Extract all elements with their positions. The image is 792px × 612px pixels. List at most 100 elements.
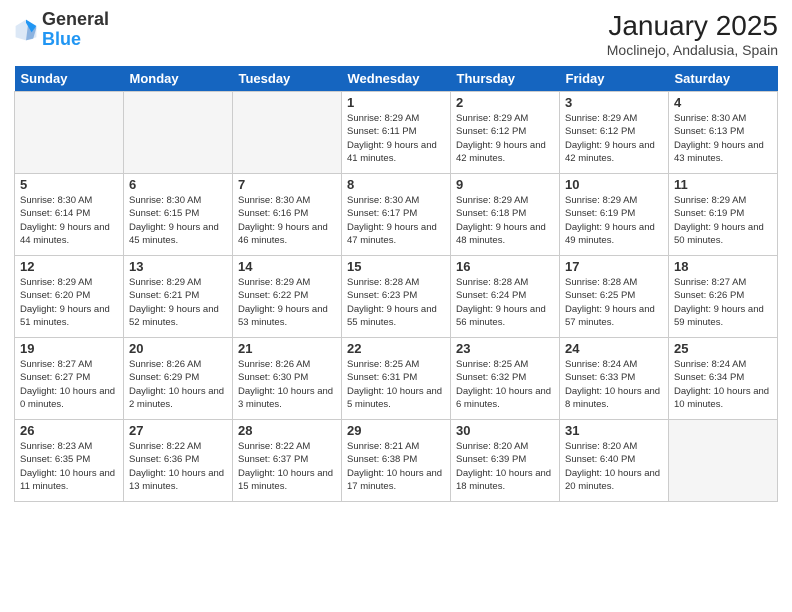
header: General Blue January 2025 Moclinejo, And… <box>14 10 778 58</box>
day-info: Sunrise: 8:29 AM Sunset: 6:21 PM Dayligh… <box>129 276 227 329</box>
day-info: Sunrise: 8:29 AM Sunset: 6:22 PM Dayligh… <box>238 276 336 329</box>
day-info: Sunrise: 8:28 AM Sunset: 6:25 PM Dayligh… <box>565 276 663 329</box>
day-cell <box>669 420 778 502</box>
title-block: January 2025 Moclinejo, Andalusia, Spain <box>607 10 778 58</box>
day-number: 18 <box>674 259 772 274</box>
day-number: 27 <box>129 423 227 438</box>
day-cell: 4 Sunrise: 8:30 AM Sunset: 6:13 PM Daylig… <box>669 92 778 174</box>
calendar-table: SundayMondayTuesdayWednesdayThursdayFrid… <box>14 66 778 502</box>
day-number: 25 <box>674 341 772 356</box>
day-info: Sunrise: 8:25 AM Sunset: 6:32 PM Dayligh… <box>456 358 554 411</box>
day-cell: 18 Sunrise: 8:27 AM Sunset: 6:26 PM Dayli… <box>669 256 778 338</box>
day-cell: 28 Sunrise: 8:22 AM Sunset: 6:37 PM Dayli… <box>233 420 342 502</box>
logo: General Blue <box>14 10 109 50</box>
day-info: Sunrise: 8:29 AM Sunset: 6:18 PM Dayligh… <box>456 194 554 247</box>
month-title: January 2025 <box>607 10 778 42</box>
day-info: Sunrise: 8:28 AM Sunset: 6:24 PM Dayligh… <box>456 276 554 329</box>
day-number: 6 <box>129 177 227 192</box>
day-cell: 3 Sunrise: 8:29 AM Sunset: 6:12 PM Daylig… <box>560 92 669 174</box>
day-number: 8 <box>347 177 445 192</box>
day-cell: 25 Sunrise: 8:24 AM Sunset: 6:34 PM Dayli… <box>669 338 778 420</box>
day-number: 21 <box>238 341 336 356</box>
day-number: 17 <box>565 259 663 274</box>
week-row-1: 5 Sunrise: 8:30 AM Sunset: 6:14 PM Daylig… <box>15 174 778 256</box>
day-number: 19 <box>20 341 118 356</box>
day-cell: 15 Sunrise: 8:28 AM Sunset: 6:23 PM Dayli… <box>342 256 451 338</box>
day-number: 31 <box>565 423 663 438</box>
day-number: 1 <box>347 95 445 110</box>
day-cell: 7Sunrise: 8:30 AM Sunset: 6:16 PM Daylig… <box>233 174 342 256</box>
header-cell-wednesday: Wednesday <box>342 66 451 92</box>
day-info: Sunrise: 8:30 AM Sunset: 6:13 PM Dayligh… <box>674 112 772 165</box>
day-number: 26 <box>20 423 118 438</box>
day-info: Sunrise: 8:30 AM Sunset: 6:14 PM Dayligh… <box>20 194 118 247</box>
day-number: 24 <box>565 341 663 356</box>
day-cell: 20Sunrise: 8:26 AM Sunset: 6:29 PM Dayli… <box>124 338 233 420</box>
location: Moclinejo, Andalusia, Spain <box>607 42 778 58</box>
day-cell: 14Sunrise: 8:29 AM Sunset: 6:22 PM Dayli… <box>233 256 342 338</box>
day-info: Sunrise: 8:29 AM Sunset: 6:19 PM Dayligh… <box>565 194 663 247</box>
day-info: Sunrise: 8:27 AM Sunset: 6:27 PM Dayligh… <box>20 358 118 411</box>
day-info: Sunrise: 8:23 AM Sunset: 6:35 PM Dayligh… <box>20 440 118 493</box>
day-cell: 17 Sunrise: 8:28 AM Sunset: 6:25 PM Dayli… <box>560 256 669 338</box>
day-cell: 30 Sunrise: 8:20 AM Sunset: 6:39 PM Dayli… <box>451 420 560 502</box>
header-cell-monday: Monday <box>124 66 233 92</box>
day-cell: 16 Sunrise: 8:28 AM Sunset: 6:24 PM Dayli… <box>451 256 560 338</box>
logo-text: General Blue <box>42 10 109 50</box>
day-cell: 19 Sunrise: 8:27 AM Sunset: 6:27 PM Dayli… <box>15 338 124 420</box>
day-info: Sunrise: 8:30 AM Sunset: 6:15 PM Dayligh… <box>129 194 227 247</box>
day-cell: 23Sunrise: 8:25 AM Sunset: 6:32 PM Dayli… <box>451 338 560 420</box>
header-cell-tuesday: Tuesday <box>233 66 342 92</box>
day-info: Sunrise: 8:24 AM Sunset: 6:33 PM Dayligh… <box>565 358 663 411</box>
day-info: Sunrise: 8:26 AM Sunset: 6:30 PM Dayligh… <box>238 358 336 411</box>
day-cell: 13Sunrise: 8:29 AM Sunset: 6:21 PM Dayli… <box>124 256 233 338</box>
day-info: Sunrise: 8:20 AM Sunset: 6:39 PM Dayligh… <box>456 440 554 493</box>
day-number: 7 <box>238 177 336 192</box>
day-cell: 21 Sunrise: 8:26 AM Sunset: 6:30 PM Dayli… <box>233 338 342 420</box>
day-info: Sunrise: 8:27 AM Sunset: 6:26 PM Dayligh… <box>674 276 772 329</box>
day-info: Sunrise: 8:30 AM Sunset: 6:17 PM Dayligh… <box>347 194 445 247</box>
day-cell: 11 Sunrise: 8:29 AM Sunset: 6:19 PM Dayli… <box>669 174 778 256</box>
day-number: 16 <box>456 259 554 274</box>
day-cell: 6 Sunrise: 8:30 AM Sunset: 6:15 PM Daylig… <box>124 174 233 256</box>
logo-line1: General <box>42 10 109 30</box>
logo-line2: Blue <box>42 30 109 50</box>
day-number: 28 <box>238 423 336 438</box>
page: General Blue January 2025 Moclinejo, And… <box>0 0 792 612</box>
day-cell: 9Sunrise: 8:29 AM Sunset: 6:18 PM Daylig… <box>451 174 560 256</box>
day-number: 5 <box>20 177 118 192</box>
logo-icon <box>14 18 38 42</box>
day-cell: 2Sunrise: 8:29 AM Sunset: 6:12 PM Daylig… <box>451 92 560 174</box>
day-info: Sunrise: 8:24 AM Sunset: 6:34 PM Dayligh… <box>674 358 772 411</box>
day-cell <box>124 92 233 174</box>
day-number: 3 <box>565 95 663 110</box>
day-cell: 26 Sunrise: 8:23 AM Sunset: 6:35 PM Dayli… <box>15 420 124 502</box>
day-info: Sunrise: 8:29 AM Sunset: 6:11 PM Dayligh… <box>347 112 445 165</box>
day-cell: 29 Sunrise: 8:21 AM Sunset: 6:38 PM Dayli… <box>342 420 451 502</box>
day-number: 15 <box>347 259 445 274</box>
day-info: Sunrise: 8:22 AM Sunset: 6:37 PM Dayligh… <box>238 440 336 493</box>
header-cell-friday: Friday <box>560 66 669 92</box>
day-cell: 24 Sunrise: 8:24 AM Sunset: 6:33 PM Dayli… <box>560 338 669 420</box>
day-cell: 5 Sunrise: 8:30 AM Sunset: 6:14 PM Daylig… <box>15 174 124 256</box>
day-cell: 1 Sunrise: 8:29 AM Sunset: 6:11 PM Daylig… <box>342 92 451 174</box>
day-cell: 27Sunrise: 8:22 AM Sunset: 6:36 PM Dayli… <box>124 420 233 502</box>
day-number: 11 <box>674 177 772 192</box>
day-number: 4 <box>674 95 772 110</box>
day-info: Sunrise: 8:28 AM Sunset: 6:23 PM Dayligh… <box>347 276 445 329</box>
day-cell: 12Sunrise: 8:29 AM Sunset: 6:20 PM Dayli… <box>15 256 124 338</box>
week-row-4: 26 Sunrise: 8:23 AM Sunset: 6:35 PM Dayli… <box>15 420 778 502</box>
day-info: Sunrise: 8:29 AM Sunset: 6:12 PM Dayligh… <box>456 112 554 165</box>
day-info: Sunrise: 8:21 AM Sunset: 6:38 PM Dayligh… <box>347 440 445 493</box>
day-cell <box>233 92 342 174</box>
day-cell: 31 Sunrise: 8:20 AM Sunset: 6:40 PM Dayli… <box>560 420 669 502</box>
day-info: Sunrise: 8:20 AM Sunset: 6:40 PM Dayligh… <box>565 440 663 493</box>
day-info: Sunrise: 8:25 AM Sunset: 6:31 PM Dayligh… <box>347 358 445 411</box>
header-row: SundayMondayTuesdayWednesdayThursdayFrid… <box>15 66 778 92</box>
week-row-3: 19 Sunrise: 8:27 AM Sunset: 6:27 PM Dayli… <box>15 338 778 420</box>
day-number: 29 <box>347 423 445 438</box>
day-info: Sunrise: 8:29 AM Sunset: 6:12 PM Dayligh… <box>565 112 663 165</box>
day-number: 30 <box>456 423 554 438</box>
day-number: 10 <box>565 177 663 192</box>
day-info: Sunrise: 8:29 AM Sunset: 6:19 PM Dayligh… <box>674 194 772 247</box>
